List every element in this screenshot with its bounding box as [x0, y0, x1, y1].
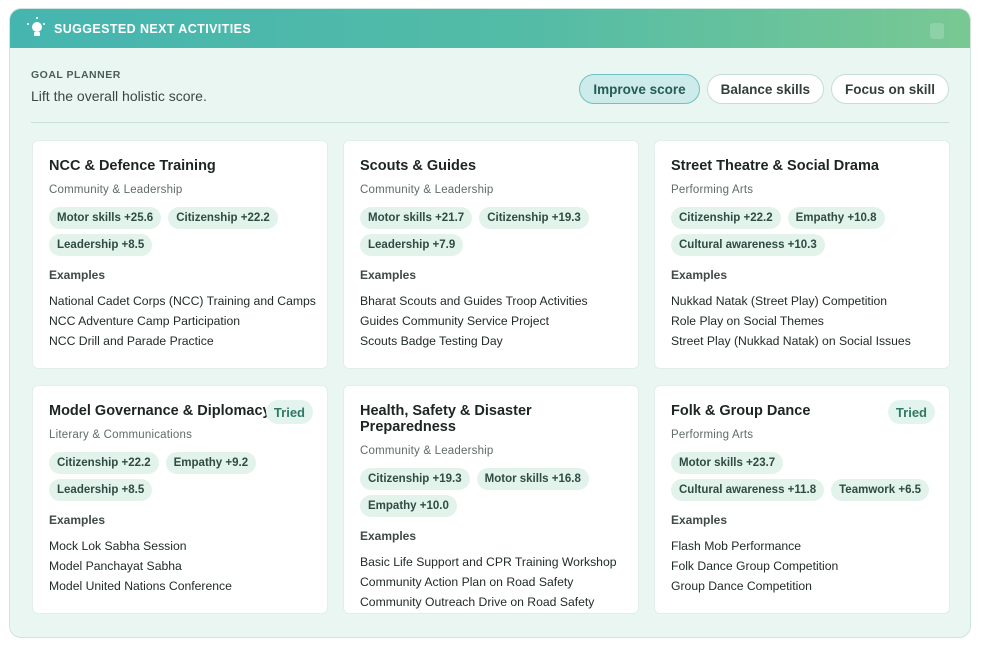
header-decoration	[930, 23, 944, 39]
panel-header: SUGGESTED NEXT ACTIVITIES	[10, 9, 970, 48]
suggested-activities-panel: SUGGESTED NEXT ACTIVITIES GOAL PLANNER L…	[9, 8, 971, 638]
lightbulb-icon	[27, 16, 45, 37]
goal-planner-label: GOAL PLANNER	[31, 69, 121, 81]
card-title: Street Theatre & Social Drama	[671, 158, 879, 174]
skill-chip: Motor skills +25.6	[49, 207, 162, 229]
example-item: Folk Dance Group Competition	[671, 559, 839, 574]
skill-chip: Empathy +10.8	[787, 207, 885, 229]
example-item: NCC Drill and Parade Practice	[49, 334, 214, 349]
activity-card[interactable]: Street Theatre & Social Drama Performing…	[654, 140, 950, 369]
skill-chip: Citizenship +22.2	[49, 452, 159, 474]
example-item: National Cadet Corps (NCC) Training and …	[49, 294, 316, 308]
focus-on-skill-button[interactable]: Focus on skill	[830, 74, 949, 104]
skill-chip-row: Motor skills +23.7 Cultural awareness +1…	[671, 452, 943, 501]
activity-card[interactable]: Folk & Group Dance Tried Performing Arts…	[654, 385, 950, 614]
example-item: Scouts Badge Testing Day	[360, 334, 503, 349]
examples-label: Examples	[671, 268, 728, 282]
skill-chip-row: Citizenship +22.2 Empathy +10.8 Cultural…	[671, 207, 943, 256]
skill-chip: Cultural awareness +10.3	[671, 234, 825, 256]
skill-chip-row: Citizenship +19.3 Motor skills +16.8 Emp…	[360, 468, 632, 517]
card-category: Community & Leadership	[360, 445, 494, 457]
mode-button-group: Improve score Balance skills Focus on sk…	[579, 74, 949, 104]
skill-chip: Motor skills +23.7	[671, 452, 784, 474]
skill-chip: Citizenship +19.3	[360, 468, 470, 490]
card-title: Health, Safety & Disaster Preparedness	[360, 403, 532, 435]
skill-chip: Leadership +8.5	[49, 479, 153, 501]
skill-chip: Citizenship +22.2	[671, 207, 781, 229]
goal-planner-description: Lift the overall holistic score.	[31, 88, 207, 104]
example-item: Mock Lok Sabha Session	[49, 539, 187, 553]
example-list: Basic Life Support and CPR Training Work…	[360, 552, 622, 613]
activity-card[interactable]: Health, Safety & Disaster Preparedness C…	[343, 385, 639, 614]
card-category: Performing Arts	[671, 184, 754, 196]
skill-chip-row: Motor skills +25.6 Citizenship +22.2 Lea…	[49, 207, 321, 256]
example-item: Community Outreach Drive on Road Safety	[360, 595, 595, 610]
example-item: Role Play on Social Themes	[671, 314, 824, 329]
skill-chip: Empathy +9.2	[165, 452, 257, 474]
goal-planner: GOAL PLANNER Lift the overall holistic s…	[31, 69, 207, 104]
example-item: Flash Mob Performance	[671, 539, 802, 553]
example-item: Group Dance Competition	[671, 579, 812, 594]
example-item: Street Play (Nukkad Natak) on Social Iss…	[671, 334, 911, 349]
card-category: Community & Leadership	[360, 184, 494, 196]
skill-chip: Citizenship +19.3	[479, 207, 589, 229]
card-category: Performing Arts	[671, 429, 754, 441]
example-list: Flash Mob Performance Folk Dance Group C…	[671, 536, 933, 597]
example-item: Community Action Plan on Road Safety	[360, 575, 574, 590]
example-item: NCC Adventure Camp Participation	[49, 314, 241, 329]
tried-badge: Tried	[887, 400, 935, 424]
examples-label: Examples	[49, 268, 106, 282]
examples-label: Examples	[360, 529, 417, 543]
example-list: Nukkad Natak (Street Play) Competition R…	[671, 291, 933, 352]
card-title: NCC & Defence Training	[49, 158, 216, 174]
activity-card[interactable]: Scouts & Guides Community & Leadership M…	[343, 140, 639, 369]
activity-card[interactable]: Model Governance & Diplomacy Tried Liter…	[32, 385, 328, 614]
skill-chip: Teamwork +6.5	[831, 479, 930, 501]
skill-chip: Leadership +8.5	[49, 234, 153, 256]
example-item: Guides Community Service Project	[360, 314, 549, 329]
examples-label: Examples	[49, 513, 106, 527]
panel-title: SUGGESTED NEXT ACTIVITIES	[54, 21, 252, 36]
skill-chip: Citizenship +22.2	[168, 207, 278, 229]
skill-chip-row: Citizenship +22.2 Empathy +9.2 Leadershi…	[49, 452, 321, 501]
skill-chip-row: Motor skills +21.7 Citizenship +19.3 Lea…	[360, 207, 632, 256]
example-item: Model United Nations Conference	[49, 579, 232, 594]
example-item: Bharat Scouts and Guides Troop Activitie…	[360, 294, 588, 308]
examples-label: Examples	[671, 513, 728, 527]
skill-chip: Empathy +10.0	[360, 495, 457, 517]
tried-badge: Tried	[265, 400, 313, 424]
example-item: Nukkad Natak (Street Play) Competition	[671, 294, 888, 308]
example-item: Basic Life Support and CPR Training Work…	[360, 555, 617, 569]
divider	[31, 122, 949, 123]
improve-score-button[interactable]: Improve score	[579, 74, 700, 104]
card-category: Community & Leadership	[49, 184, 183, 196]
activity-card[interactable]: NCC & Defence Training Community & Leade…	[32, 140, 328, 369]
example-list: Bharat Scouts and Guides Troop Activitie…	[360, 291, 622, 352]
card-category: Literary & Communications	[49, 429, 193, 441]
skill-chip: Leadership +7.9	[360, 234, 464, 256]
card-title: Scouts & Guides	[360, 158, 477, 174]
example-item: Model Panchayat Sabha	[49, 559, 182, 574]
skill-chip: Motor skills +16.8	[476, 468, 589, 490]
skill-chip: Motor skills +21.7	[360, 207, 473, 229]
skill-chip: Cultural awareness +11.8	[671, 479, 825, 501]
example-list: Mock Lok Sabha Session Model Panchayat S…	[49, 536, 311, 597]
balance-skills-button[interactable]: Balance skills	[706, 74, 824, 104]
examples-label: Examples	[360, 268, 417, 282]
example-list: National Cadet Corps (NCC) Training and …	[49, 291, 316, 352]
